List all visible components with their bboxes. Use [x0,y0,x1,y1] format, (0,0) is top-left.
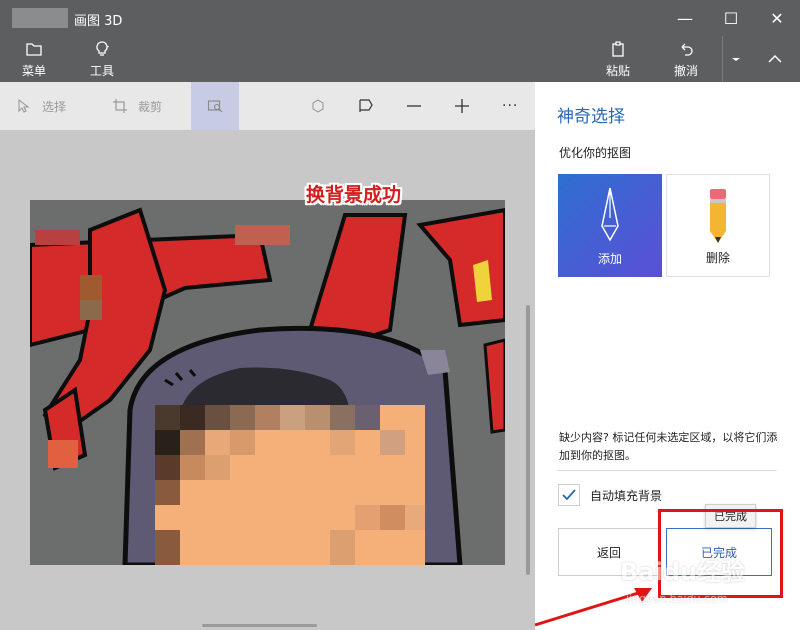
autofill-checkbox[interactable] [558,484,580,506]
minimize-button[interactable]: — [662,0,708,36]
cartoon-illustration [30,207,505,565]
more-options-button[interactable]: ··· [502,82,518,130]
panel-subtitle: 优化你的抠图 [559,146,632,160]
cubes-icon [312,99,324,113]
horizontal-scrollbar[interactable] [202,624,317,627]
lightbulb-icon [96,40,109,56]
eraser-icon [710,189,726,243]
chevron-up-icon [768,54,782,63]
tools-button[interactable]: 工具 [82,36,122,82]
history-dropdown-button[interactable] [722,36,748,82]
ribbon: 菜单 工具 粘贴 撤消 [0,36,800,82]
undo-button[interactable]: 撤消 [666,36,706,82]
add-button[interactable]: 添加 [558,174,662,277]
edited-image[interactable] [30,200,505,565]
pointer-icon [18,98,30,113]
select-tool[interactable]: 选择 [16,82,66,130]
chevron-down-icon [731,58,740,61]
pen-nib-icon [601,187,619,242]
plus-icon [455,99,469,113]
minus-icon [407,105,421,107]
watermark-url: jingyan.baidu.com [626,592,728,605]
flag-tool[interactable] [358,82,374,130]
collapse-ribbon-button[interactable] [760,36,790,82]
clipboard-icon [612,40,624,57]
overlay-caption: 换背景成功 [306,184,402,206]
zoom-out-button[interactable] [406,82,422,130]
checkmark-icon [562,489,576,501]
canvas-toolbar: 选择 裁剪 ··· [0,82,535,130]
crop-tool[interactable]: 裁剪 [112,82,162,130]
crop-icon [113,99,127,113]
maximize-button[interactable]: ☐ [708,0,754,36]
window-title: 画图 3D [74,14,123,29]
vertical-scrollbar[interactable] [526,305,530,575]
paste-button[interactable]: 粘贴 [598,36,638,82]
panel-title: 神奇选择 [557,107,625,127]
app-icon-blurred [12,8,68,28]
remove-button[interactable]: 删除 [666,174,770,277]
folder-icon [26,42,42,56]
undo-icon [681,43,693,56]
menu-button[interactable]: 菜单 [14,36,54,82]
magic-select-icon [207,100,223,113]
watermark-logo: Baidu经验 [620,558,745,586]
watermark: Baidu经验 jingyan.baidu.com [610,548,790,618]
flag-icon [359,99,373,112]
close-button[interactable]: ✕ [754,0,800,36]
canvas-area[interactable]: 换背景成功 [0,130,535,630]
title-bar: 画图 3D — ☐ ✕ [0,0,800,36]
zoom-in-button[interactable] [454,82,470,130]
3d-view-tool[interactable] [310,82,326,130]
autofill-label[interactable]: 自动填充背景 [590,487,662,504]
divider [557,470,777,471]
magic-select-tool[interactable] [191,82,239,130]
hint-text: 缺少内容? 标记任何未选定区域，以将它们添加到你的抠图。 [559,431,778,462]
